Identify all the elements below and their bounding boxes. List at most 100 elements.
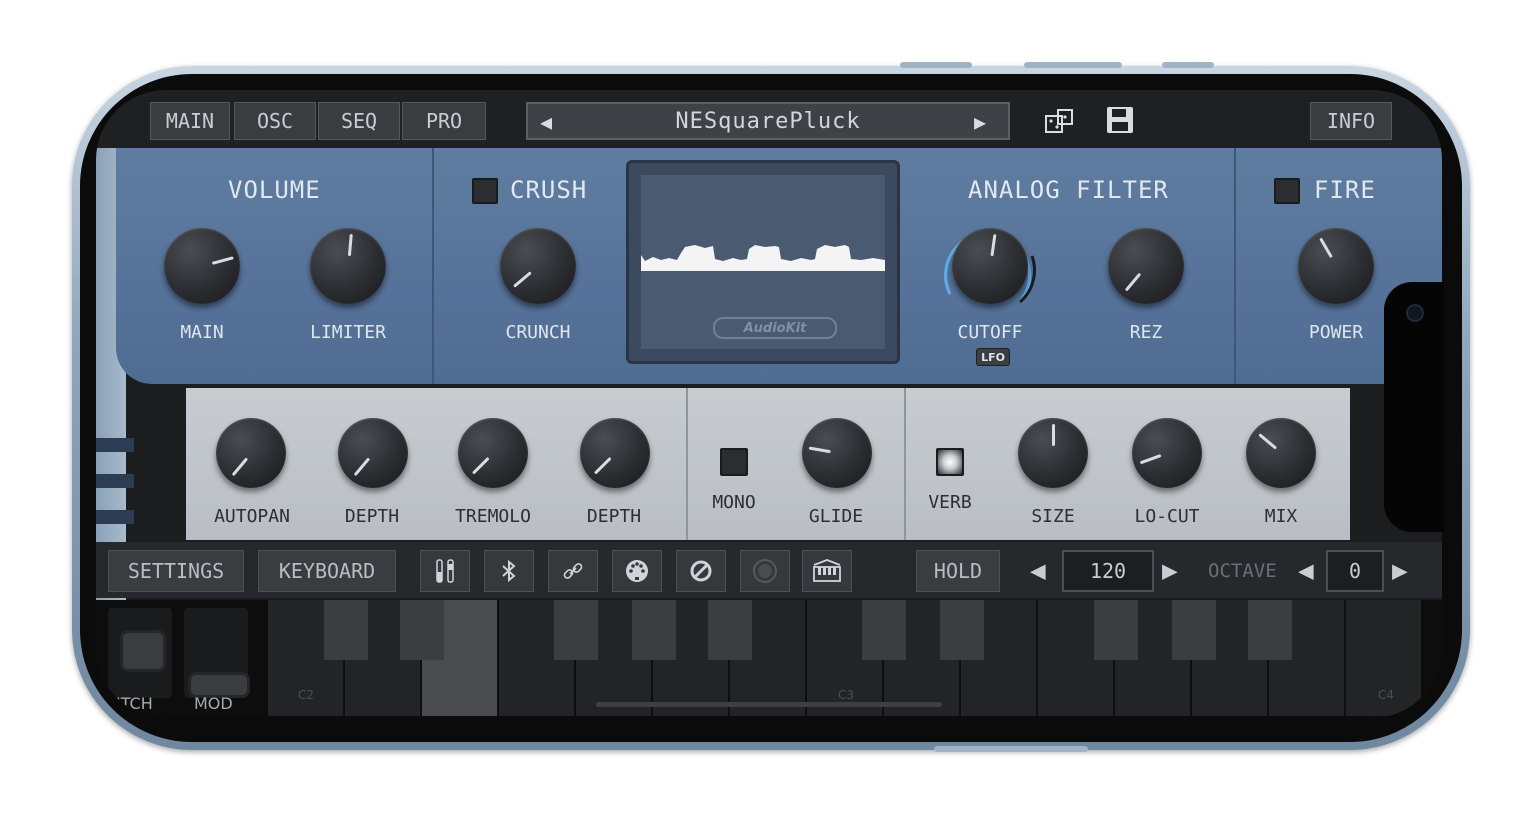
mix-knob[interactable] <box>1246 418 1316 488</box>
midi-icon[interactable] <box>612 550 662 592</box>
save-icon[interactable] <box>1104 104 1136 143</box>
octave-up-button[interactable]: ▶ <box>1392 556 1408 586</box>
verb-checkbox[interactable] <box>936 448 964 476</box>
panel-divider <box>904 388 906 540</box>
lo-cut-label: LO-CUT <box>1134 506 1200 527</box>
side-button <box>900 62 972 68</box>
front-camera <box>1406 304 1424 322</box>
home-indicator <box>596 702 942 707</box>
tab-pro[interactable]: PRO <box>402 102 486 140</box>
panel-divider <box>1234 148 1236 384</box>
power-knob[interactable] <box>1298 228 1374 304</box>
mix-label: MIX <box>1264 506 1298 527</box>
side-button <box>1162 62 1214 68</box>
size-knob[interactable] <box>1018 418 1088 488</box>
piano-key-black[interactable] <box>324 600 368 660</box>
record-icon[interactable] <box>740 550 790 592</box>
settings-button[interactable]: SETTINGS <box>108 550 244 592</box>
piano-key-black[interactable] <box>1172 600 1216 660</box>
audiokit-logo: AudioKit <box>713 317 837 339</box>
octave-display[interactable]: 0 <box>1326 550 1384 592</box>
panel-divider <box>432 148 434 384</box>
hold-button[interactable]: HOLD <box>916 550 1000 592</box>
tempo-display[interactable]: 120 <box>1062 550 1154 592</box>
main-label: MAIN <box>180 322 224 343</box>
tremolo-depth-label: DEPTH <box>586 506 642 527</box>
bluetooth-icon[interactable] <box>484 550 534 592</box>
piano-icon[interactable] <box>802 550 852 592</box>
autopan-label: AUTOPAN <box>214 506 290 527</box>
note-label-c2: C2 <box>298 688 315 702</box>
pitch-wheel-label: ITCH <box>116 694 153 713</box>
lfo-badge[interactable]: LFO <box>976 348 1010 366</box>
limiter-label: LIMITER <box>310 322 386 343</box>
fire-title: FIRE <box>1314 176 1376 204</box>
waveform-display: AudioKit <box>641 175 885 349</box>
preset-display[interactable]: NESquarePluck <box>526 102 1010 140</box>
autopan-knob[interactable] <box>216 418 286 488</box>
disable-icon[interactable] <box>676 550 726 592</box>
tab-osc[interactable]: OSC <box>234 102 316 140</box>
main-knob[interactable] <box>164 228 240 304</box>
tempo-down-button[interactable]: ◀ <box>1030 556 1046 586</box>
tremolo-depth-knob[interactable] <box>580 418 650 488</box>
tab-seq[interactable]: SEQ <box>318 102 400 140</box>
pitch-wheel[interactable] <box>108 608 172 698</box>
piano-key-black[interactable] <box>1094 600 1138 660</box>
vent <box>96 474 134 488</box>
sliders-icon[interactable] <box>420 550 470 592</box>
piano-key-black[interactable] <box>1248 600 1292 660</box>
tremolo-label: TREMOLO <box>455 506 531 527</box>
keyboard-button[interactable]: KEYBOARD <box>258 550 396 592</box>
tab-main[interactable]: MAIN <box>150 102 230 140</box>
piano-key-black[interactable] <box>708 600 752 660</box>
info-button[interactable]: INFO <box>1310 102 1392 140</box>
piano-key-black[interactable] <box>632 600 676 660</box>
glide-label: GLIDE <box>808 506 864 527</box>
mod-wheel-label: MOD <box>194 694 233 713</box>
mono-checkbox[interactable] <box>720 448 748 476</box>
side-button <box>1024 62 1122 68</box>
tremolo-knob[interactable] <box>458 418 528 488</box>
vent <box>96 438 134 452</box>
note-label-c4: C4 <box>1378 688 1395 702</box>
cutoff-knob[interactable] <box>952 228 1028 304</box>
autopan-depth-label: DEPTH <box>344 506 400 527</box>
piano-key-black[interactable] <box>862 600 906 660</box>
piano-key-black[interactable] <box>554 600 598 660</box>
preset-name: NESquarePluck <box>675 108 861 134</box>
octave-down-button[interactable]: ◀ <box>1298 556 1314 586</box>
crush-checkbox[interactable] <box>472 178 498 204</box>
panel-divider <box>686 388 688 540</box>
crush-title: CRUSH <box>510 176 588 204</box>
link-icon[interactable] <box>548 550 598 592</box>
glide-knob[interactable] <box>802 418 872 488</box>
note-label-c3: C3 <box>838 688 855 702</box>
dice-icon[interactable] <box>1044 106 1076 145</box>
piano-key-black[interactable] <box>400 600 444 660</box>
autopan-depth-knob[interactable] <box>338 418 408 488</box>
waveform-display-frame: AudioKit <box>626 160 900 364</box>
preset-next-button[interactable]: ▶ <box>974 110 986 134</box>
octave-label: OCTAVE <box>1208 560 1277 582</box>
limiter-knob[interactable] <box>310 228 386 304</box>
mono-label: MONO <box>712 492 756 513</box>
cutoff-label: CUTOFF <box>957 322 1023 343</box>
vent <box>96 510 134 524</box>
app-screen: MAIN OSC SEQ PRO NESquarePluck ◀ ▶ INFO … <box>96 90 1442 718</box>
crunch-knob[interactable] <box>500 228 576 304</box>
power-label: POWER <box>1308 322 1364 343</box>
preset-prev-button[interactable]: ◀ <box>540 110 552 134</box>
tempo-up-button[interactable]: ▶ <box>1162 556 1178 586</box>
lo-cut-knob[interactable] <box>1132 418 1202 488</box>
fire-checkbox[interactable] <box>1274 178 1300 204</box>
mod-wheel[interactable] <box>184 608 250 698</box>
size-label: SIZE <box>1031 506 1075 527</box>
volume-title: VOLUME <box>228 176 321 204</box>
analog-filter-title: ANALOG FILTER <box>968 176 1169 204</box>
crunch-label: CRUNCH <box>505 322 571 343</box>
piano-key-black[interactable] <box>940 600 984 660</box>
side-button <box>934 746 1088 752</box>
rez-label: REZ <box>1129 322 1163 343</box>
rez-knob[interactable] <box>1108 228 1184 304</box>
